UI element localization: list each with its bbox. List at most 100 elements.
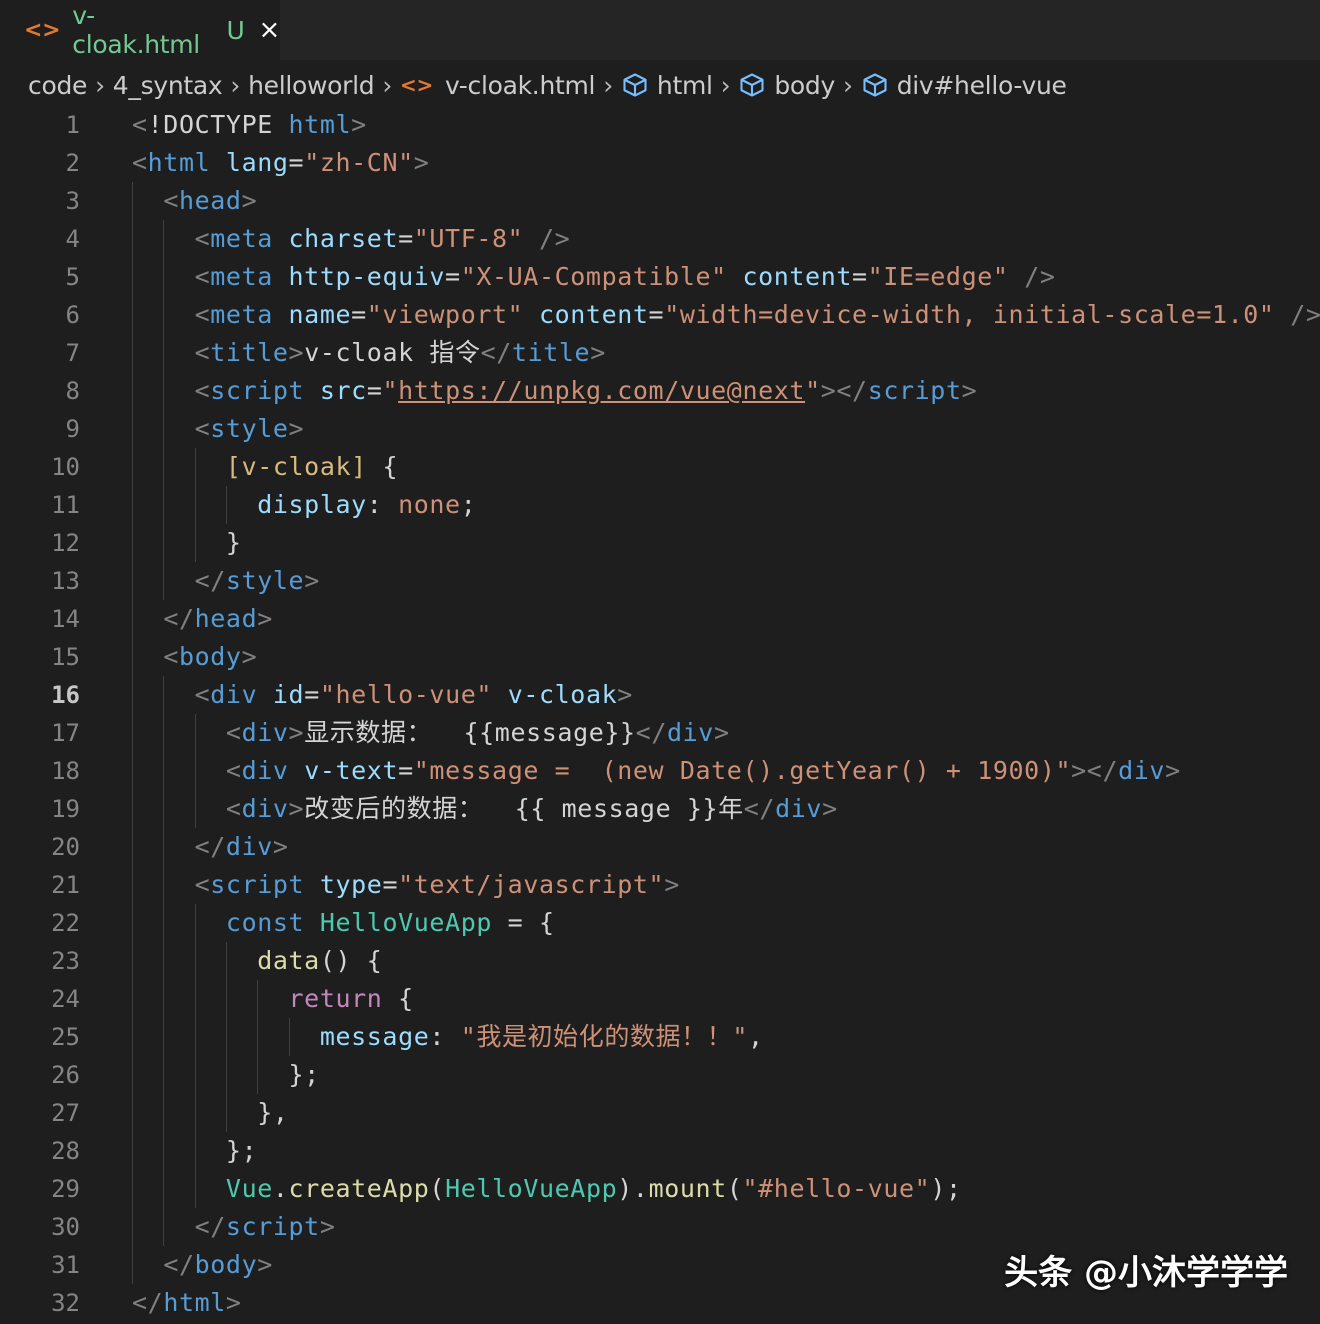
code-token: = — [852, 262, 868, 291]
code-token: < — [132, 110, 148, 139]
code-token: "我是初始化的数据！！" — [460, 1022, 749, 1051]
code-text: </style> — [132, 562, 320, 600]
close-icon[interactable]: × — [259, 15, 281, 45]
code-token: head — [194, 604, 258, 633]
line-number: 30 — [51, 1213, 80, 1241]
code-line: 22 const HelloVueApp = { — [0, 904, 1320, 942]
code-text: <!DOCTYPE html> — [132, 106, 367, 144]
line-number: 16 — [51, 681, 80, 709]
watermark: 头条 @小沐学学学 — [1004, 1253, 1288, 1293]
code-token: charset — [288, 224, 399, 253]
breadcrumb-item[interactable]: helloworld — [248, 71, 375, 100]
line-number: 29 — [51, 1175, 80, 1203]
indent-guide — [194, 448, 196, 562]
code-token: html — [288, 110, 352, 139]
code-token: > — [257, 1250, 273, 1279]
code-token: script — [225, 1212, 320, 1241]
code-token: > — [241, 186, 258, 215]
code-token: > — [225, 1288, 242, 1317]
code-token: " — [382, 376, 399, 405]
breadcrumb-item[interactable]: div#hello-vue — [861, 71, 1067, 100]
indent-guide — [194, 714, 196, 828]
line-number: 23 — [51, 947, 80, 975]
code-token: html — [163, 1288, 226, 1317]
line-number: 2 — [65, 149, 80, 177]
code-token: html — [147, 148, 211, 177]
code-token: < — [194, 414, 211, 443]
code-token: : — [366, 490, 399, 519]
code-token: </ — [132, 1288, 164, 1317]
code-token: < — [194, 376, 211, 405]
code-token: </ — [480, 338, 512, 367]
code-token: name — [288, 300, 352, 329]
file-code-icon: <> — [400, 73, 433, 97]
code-token: script — [210, 870, 305, 899]
code-text: <style> — [132, 410, 304, 448]
code-token: title — [210, 338, 289, 367]
line-number: 20 — [51, 833, 80, 861]
breadcrumb-label: body — [774, 70, 835, 100]
code-line: 20 </div> — [0, 828, 1320, 866]
line-number: 21 — [51, 871, 80, 899]
code-token: Vue — [225, 1174, 273, 1203]
breadcrumb-item[interactable]: <> v-cloak.html — [400, 71, 595, 100]
breadcrumb-item[interactable]: 4_syntax — [113, 71, 223, 100]
chevron-right-icon: › — [382, 70, 393, 100]
code-token: < — [194, 338, 211, 367]
code-token: "width=device-width, initial-scale=1.0" — [664, 300, 1275, 329]
line-number: 3 — [65, 187, 80, 215]
code-token: mount — [648, 1174, 727, 1203]
line-number: 10 — [51, 453, 80, 481]
breadcrumb-item[interactable]: body — [738, 71, 835, 100]
indent-guide — [163, 220, 165, 600]
code-text: <div>改变后的数据： {{ message }}年</div> — [132, 790, 838, 828]
code-token: v-text — [304, 756, 399, 785]
breadcrumb-label: 4_syntax — [112, 70, 223, 100]
code-token: https://unpkg.com/vue@next — [398, 376, 806, 405]
code-text: <script src="https://unpkg.com/vue@next"… — [132, 372, 977, 410]
indent-guide — [194, 904, 196, 1208]
code-token: head — [178, 186, 242, 215]
code-token: > — [319, 1212, 336, 1241]
tab-bar: <> v-cloak.html U × — [0, 0, 1320, 60]
code-token: meta — [210, 300, 273, 329]
code-line: 2 <html lang="zh-CN"> — [0, 144, 1320, 182]
line-number: 13 — [51, 567, 80, 595]
code-token: > — [617, 680, 633, 709]
code-token: </ — [163, 604, 195, 633]
code-token: display — [257, 490, 367, 519]
breadcrumb-item[interactable]: html — [621, 71, 713, 100]
code-text: display: none; — [132, 486, 476, 524]
breadcrumb-item[interactable]: code — [28, 71, 87, 100]
code-token: > — [590, 338, 606, 367]
code-token: > — [413, 148, 430, 177]
code-token: < — [194, 224, 211, 253]
code-token: = — [366, 376, 383, 405]
indent-guide — [163, 676, 165, 1246]
code-line: 6 <meta name="viewport" content="width=d… — [0, 296, 1320, 334]
code-token: > — [822, 794, 838, 823]
code-line: 17 <div>显示数据： {{message}}</div> — [0, 714, 1320, 752]
code-token: { — [382, 984, 414, 1013]
code-token: body — [178, 642, 242, 671]
code-token: v-cloak 指令 — [304, 338, 481, 367]
code-token: HelloVueApp — [319, 908, 493, 937]
code-token: none — [398, 490, 461, 519]
code-text: <body> — [132, 638, 257, 676]
code-token: "IE=edge" — [867, 262, 1009, 291]
editor-tab[interactable]: <> v-cloak.html U × — [0, 0, 280, 60]
code-text: <div v-text="message = (new Date().getYe… — [132, 752, 1181, 790]
